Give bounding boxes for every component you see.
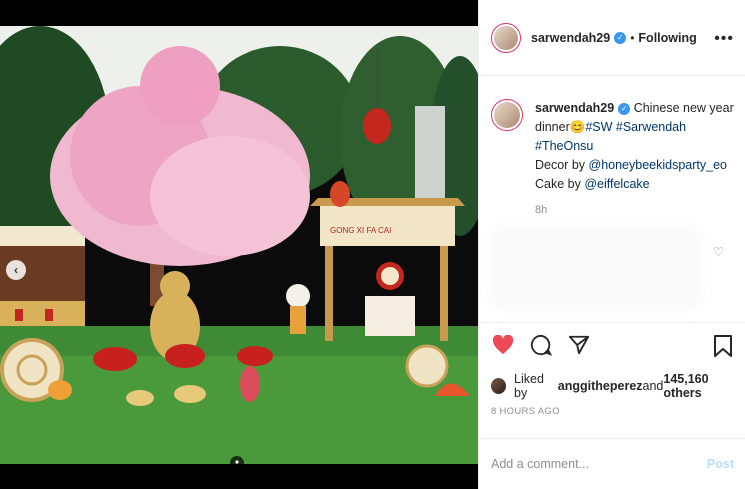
- instagram-post-view: GONG XI FA CAI ‹ sarwendah29 ✓ • Followi…: [0, 0, 745, 489]
- post-header: sarwendah29 ✓ • Following •••: [479, 0, 745, 76]
- comment-input[interactable]: [491, 457, 707, 471]
- share-icon: [568, 335, 590, 354]
- caption-username[interactable]: sarwendah29: [535, 101, 614, 115]
- save-button[interactable]: [713, 334, 733, 363]
- blurred-comment: [491, 227, 701, 307]
- post-photo: GONG XI FA CAI: [0, 26, 478, 464]
- more-options-icon[interactable]: •••: [714, 30, 734, 48]
- post-comment-button[interactable]: Post: [707, 457, 734, 471]
- following-button[interactable]: Following: [638, 31, 696, 45]
- caption-section: sarwendah29 ✓ Chinese new year dinner😊#SW…: [479, 77, 745, 321]
- bookmark-icon: [714, 335, 732, 357]
- share-button[interactable]: [567, 333, 591, 357]
- avatar-image: [494, 102, 520, 128]
- caption-text: sarwendah29 ✓ Chinese new year dinner😊#SW…: [535, 99, 734, 194]
- caption-line2-prefix: dinner: [535, 120, 570, 134]
- like-button[interactable]: [491, 333, 515, 357]
- decor-mention-link[interactable]: @honeybeekidsparty_eo: [589, 158, 727, 172]
- comment-form: Post: [479, 438, 745, 489]
- likes-middle: and: [642, 379, 664, 393]
- heart-filled-icon: [492, 334, 514, 354]
- caption-cake-text: Cake by: [535, 177, 585, 191]
- comment-button[interactable]: [529, 333, 553, 357]
- caption-avatar[interactable]: [491, 99, 523, 131]
- avatar-image: [494, 25, 518, 50]
- media-letterbox-top: [0, 0, 478, 26]
- caption-line1: Chinese new year: [630, 101, 734, 115]
- likes-prefix: Liked by: [514, 372, 544, 400]
- author-username[interactable]: sarwendah29: [531, 31, 610, 45]
- likes-count[interactable]: 145,160 others: [663, 372, 745, 400]
- likes-summary: Liked by anggitheperez and 145,160 other…: [491, 372, 745, 400]
- media-letterbox-bottom: [0, 464, 478, 489]
- caption-timestamp[interactable]: 8h: [535, 204, 734, 216]
- chevron-left-icon: ‹: [14, 263, 18, 277]
- caption-decor-text: Decor by: [535, 158, 589, 172]
- previous-photo-button[interactable]: ‹: [6, 260, 26, 280]
- smile-emoji-icon: 😊: [569, 120, 586, 134]
- comment-icon: [530, 334, 552, 356]
- comment-like-icon[interactable]: ♡: [713, 245, 724, 259]
- post-media[interactable]: GONG XI FA CAI ‹: [0, 26, 478, 464]
- verified-badge-icon: ✓: [618, 102, 631, 115]
- cake-mention-link[interactable]: @eiffelcake: [584, 177, 649, 191]
- signboard-text: GONG XI FA CAI: [330, 226, 391, 235]
- header-separator: •: [630, 30, 635, 45]
- post-side-panel: sarwendah29 ✓ • Following ••• sarwendah2…: [478, 0, 745, 489]
- liker-username[interactable]: anggitheperez: [558, 379, 643, 393]
- verified-badge-icon: ✓: [614, 31, 627, 44]
- avatar[interactable]: [491, 22, 521, 53]
- liker-avatar[interactable]: [491, 378, 507, 394]
- post-timestamp[interactable]: 8 HOURS AGO: [491, 406, 560, 417]
- user-tag-icon[interactable]: [230, 456, 244, 464]
- action-bar: [479, 322, 745, 366]
